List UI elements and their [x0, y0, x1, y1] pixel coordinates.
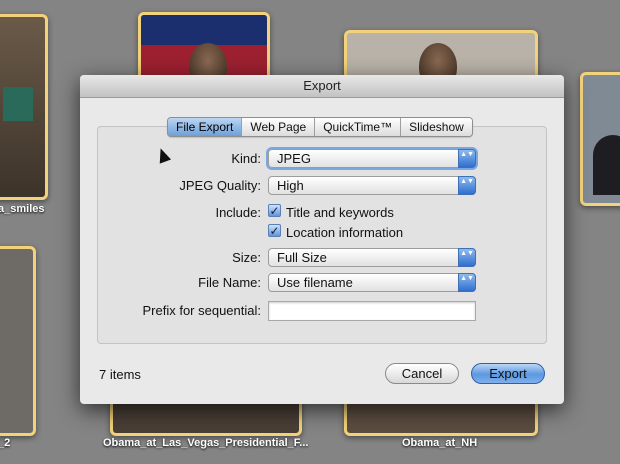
- tab-web-page[interactable]: Web Page: [241, 118, 315, 136]
- filename-label: File Name:: [198, 275, 261, 290]
- photo-caption: _2: [0, 437, 11, 449]
- photo-thumbnail[interactable]: [0, 246, 36, 436]
- photo-thumbnail[interactable]: [580, 72, 620, 206]
- tab-file-export[interactable]: File Export: [168, 118, 242, 136]
- photo-caption: Obama_at_Las_Vegas_Presidential_F...: [103, 437, 309, 449]
- size-popup[interactable]: Full Size ▲▼: [268, 248, 476, 267]
- prefix-input[interactable]: [268, 301, 476, 321]
- kind-popup[interactable]: JPEG ▲▼: [268, 149, 476, 168]
- tab-slideshow[interactable]: Slideshow: [400, 118, 472, 136]
- export-button[interactable]: Export: [471, 363, 545, 384]
- popup-arrows-icon: ▲▼: [458, 248, 476, 267]
- tab-quicktime[interactable]: QuickTime™: [314, 118, 401, 136]
- photo-caption: a_smiles: [0, 203, 45, 215]
- popup-arrows-icon: ▲▼: [458, 273, 476, 292]
- size-label: Size:: [232, 250, 261, 265]
- export-tabs: File Export Web Page QuickTime™ Slidesho…: [167, 117, 473, 137]
- photo-suit: [593, 135, 620, 195]
- kind-value: JPEG: [277, 151, 311, 166]
- filename-popup[interactable]: Use filename ▲▼: [268, 273, 476, 292]
- filename-value: Use filename: [277, 275, 353, 290]
- photo-thumbnail[interactable]: [0, 14, 48, 200]
- quality-value: High: [277, 178, 304, 193]
- prefix-label: Prefix for sequential:: [142, 303, 261, 318]
- photo-banner: [141, 15, 267, 45]
- location-checkbox[interactable]: ✓: [268, 224, 281, 237]
- item-count: 7 items: [99, 367, 141, 382]
- popup-arrows-icon: ▲▼: [458, 149, 476, 168]
- photo-sign: [3, 87, 33, 121]
- title-keywords-checkbox[interactable]: ✓: [268, 204, 281, 217]
- size-value: Full Size: [277, 250, 327, 265]
- location-label[interactable]: Location information: [286, 225, 403, 240]
- quality-popup[interactable]: High ▲▼: [268, 176, 476, 195]
- dialog-title: Export: [80, 75, 564, 98]
- include-label: Include:: [215, 205, 261, 220]
- kind-label: Kind:: [231, 151, 261, 166]
- quality-label: JPEG Quality:: [179, 178, 261, 193]
- export-dialog: Export Kind: JPEG ▲▼ JPEG Quality: High …: [80, 75, 564, 404]
- title-keywords-label[interactable]: Title and keywords: [286, 205, 394, 220]
- popup-arrows-icon: ▲▼: [458, 176, 476, 195]
- cancel-button[interactable]: Cancel: [385, 363, 459, 384]
- photo-caption: Obama_at_NH: [402, 437, 478, 449]
